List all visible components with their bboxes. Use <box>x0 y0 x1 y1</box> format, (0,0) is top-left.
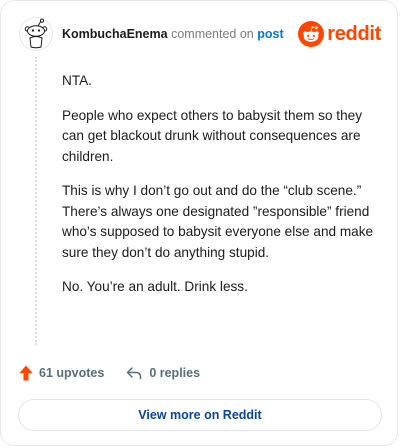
comment-body: NTA. People who expect others to babysit… <box>62 71 380 312</box>
replies-button[interactable]: 0 replies <box>126 366 200 380</box>
upvote-count: 61 upvotes <box>39 366 105 380</box>
snoo-avatar-icon <box>19 17 53 51</box>
comment-paragraph: NTA. <box>62 73 92 88</box>
comment-paragraph: No. You’re an adult. Drink less. <box>62 279 248 294</box>
reddit-snoo-logo-icon <box>298 21 325 47</box>
view-more-on-reddit-button[interactable]: View more on Reddit <box>18 399 382 431</box>
comment-paragraph: People who expect others to babysit them… <box>62 107 362 164</box>
upvote-arrow-icon <box>19 365 33 381</box>
comment-paragraph: This is why I don’t go out and do the “c… <box>62 183 374 260</box>
reply-arrow-icon <box>127 367 142 380</box>
author-name[interactable]: KombuchaEnema <box>62 27 168 41</box>
embedded-comment-card: KombuchaEnema commented on post reddit N… <box>0 0 398 446</box>
commented-on-text: commented on <box>171 27 254 41</box>
avatar[interactable] <box>19 17 53 51</box>
reddit-logo[interactable]: reddit <box>298 21 381 47</box>
thread-line <box>35 57 37 345</box>
comment-header: KombuchaEnema commented on post <box>62 26 284 42</box>
comment-footer: 61 upvotes 0 replies <box>19 365 200 381</box>
post-link[interactable]: post <box>257 27 283 41</box>
upvote-button[interactable]: 61 upvotes <box>19 365 104 381</box>
reply-count: 0 replies <box>149 366 201 380</box>
reddit-wordmark: reddit <box>327 23 381 45</box>
